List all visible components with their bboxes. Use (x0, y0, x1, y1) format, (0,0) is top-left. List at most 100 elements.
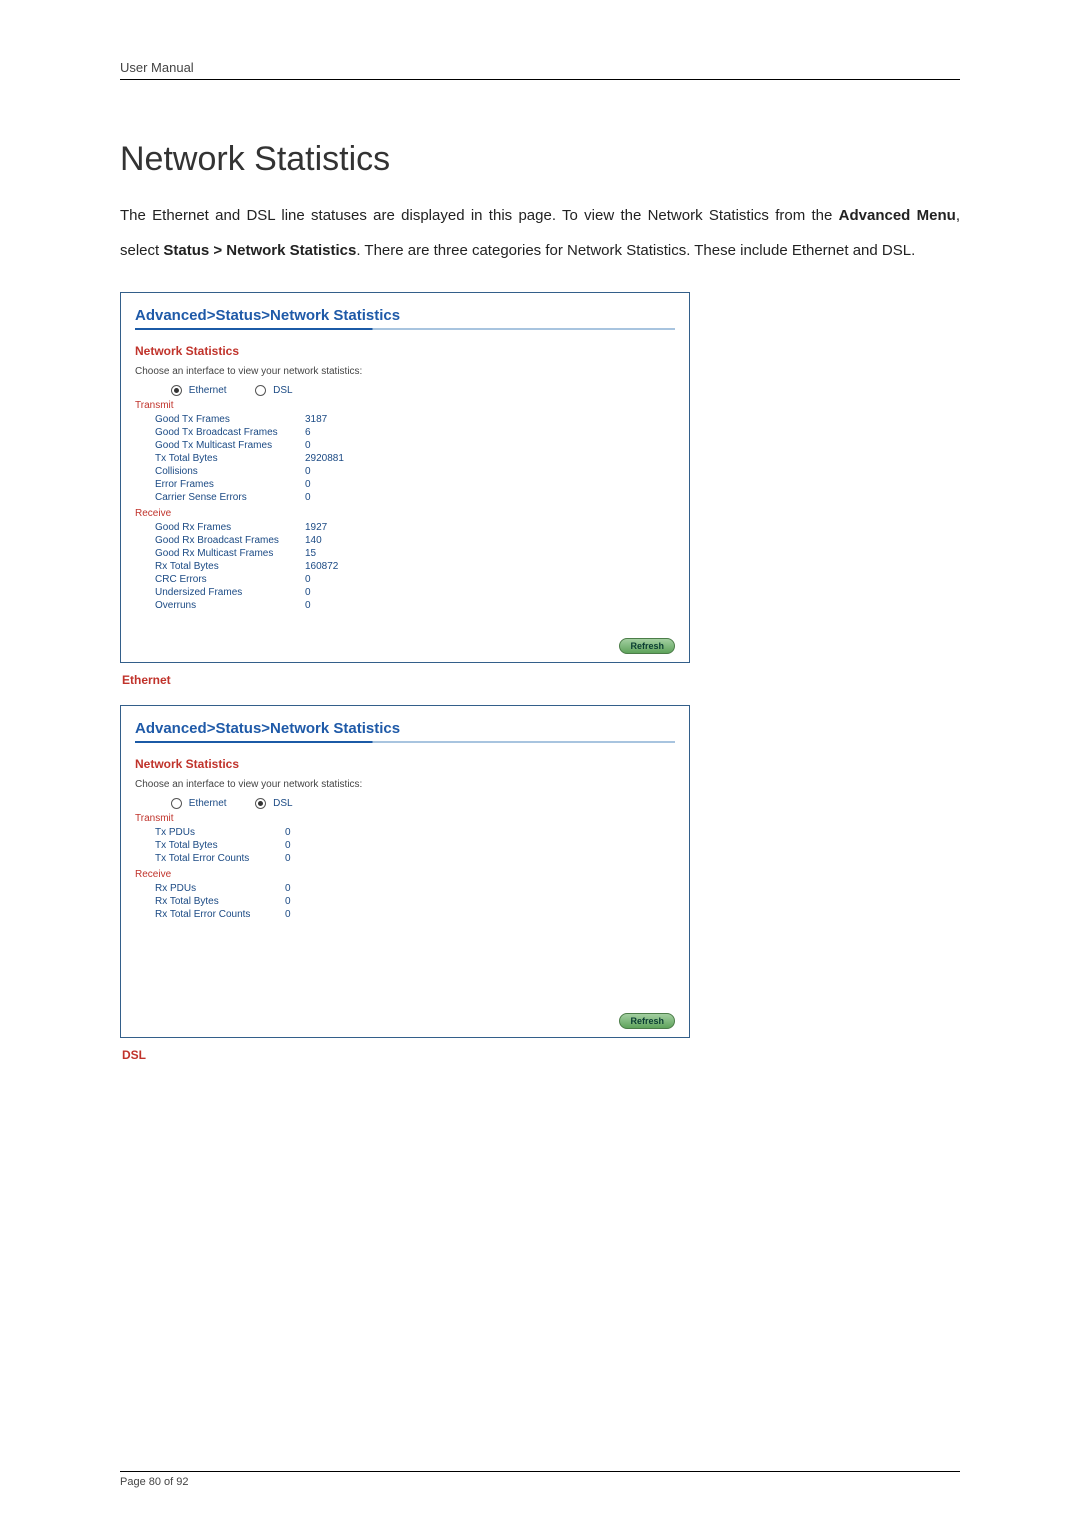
stat-value: 6 (305, 426, 311, 439)
stat-label: Good Tx Broadcast Frames (135, 426, 305, 439)
stat-label: Good Tx Frames (135, 413, 305, 426)
panel-breadcrumb: Advanced>Status>Network Statistics (135, 307, 675, 324)
stat-label: Tx Total Bytes (135, 839, 285, 852)
stat-row: Rx PDUs0 (135, 882, 675, 895)
stat-row: Collisions0 (135, 465, 675, 478)
receive-rows: Good Rx Frames1927Good Rx Broadcast Fram… (135, 521, 675, 612)
stat-value: 0 (305, 465, 311, 478)
stat-row: Error Frames0 (135, 478, 675, 491)
stat-label: Rx Total Bytes (135, 560, 305, 573)
stat-label: Good Tx Multicast Frames (135, 439, 305, 452)
radio-dsl[interactable]: DSL (255, 385, 292, 396)
radio-icon (255, 385, 266, 396)
stat-value: 15 (305, 547, 316, 560)
stat-row: Tx Total Bytes0 (135, 839, 675, 852)
stat-value: 0 (285, 826, 291, 839)
radio-label: Ethernet (189, 385, 227, 396)
panel-hint: Choose an interface to view your network… (135, 779, 675, 790)
transmit-rows: Good Tx Frames3187Good Tx Broadcast Fram… (135, 413, 675, 504)
stat-label: Tx PDUs (135, 826, 285, 839)
stat-row: Good Rx Broadcast Frames140 (135, 534, 675, 547)
page-title: Network Statistics (120, 140, 960, 179)
page-footer: Page 80 of 92 (120, 1471, 960, 1488)
stat-row: Undersized Frames0 (135, 586, 675, 599)
stats-panel-dsl: Advanced>Status>Network Statistics Netwo… (120, 705, 690, 1038)
radio-ethernet[interactable]: Ethernet (171, 385, 227, 396)
stats-panel-ethernet: Advanced>Status>Network Statistics Netwo… (120, 292, 690, 663)
stat-row: CRC Errors0 (135, 573, 675, 586)
radio-label: DSL (273, 385, 292, 396)
stat-row: Good Tx Frames3187 (135, 413, 675, 426)
stat-row: Good Rx Frames1927 (135, 521, 675, 534)
divider (135, 741, 675, 743)
stat-value: 0 (285, 908, 291, 921)
refresh-button[interactable]: Refresh (619, 1013, 675, 1029)
stat-value: 0 (285, 882, 291, 895)
stat-label: Good Rx Frames (135, 521, 305, 534)
stat-value: 0 (305, 599, 311, 612)
radio-ethernet[interactable]: Ethernet (171, 798, 227, 809)
stat-label: Rx Total Error Counts (135, 908, 285, 921)
stat-label: Carrier Sense Errors (135, 491, 305, 504)
stat-row: Tx Total Bytes2920881 (135, 452, 675, 465)
stat-row: Good Rx Multicast Frames15 (135, 547, 675, 560)
stat-row: Carrier Sense Errors0 (135, 491, 675, 504)
stat-row: Rx Total Bytes0 (135, 895, 675, 908)
stat-label: Rx PDUs (135, 882, 285, 895)
radio-dsl[interactable]: DSL (255, 798, 292, 809)
stat-value: 160872 (305, 560, 338, 573)
caption-ethernet: Ethernet (122, 673, 960, 687)
stat-label: Collisions (135, 465, 305, 478)
section-receive: Receive (135, 869, 675, 880)
panel-breadcrumb: Advanced>Status>Network Statistics (135, 720, 675, 737)
stat-value: 1927 (305, 521, 327, 534)
stat-label: Rx Total Bytes (135, 895, 285, 908)
stat-value: 0 (305, 478, 311, 491)
intro-bold-menu: Advanced Menu (839, 207, 956, 224)
stat-value: 0 (305, 586, 311, 599)
intro-text: . There are three categories for Network… (356, 242, 915, 259)
interface-radio-group: Ethernet DSL (135, 385, 675, 396)
stat-row: Good Tx Multicast Frames0 (135, 439, 675, 452)
intro-bold-path: Status > Network Statistics (163, 242, 356, 259)
divider (135, 328, 675, 330)
intro-text: The Ethernet and DSL line statuses are d… (120, 207, 839, 224)
page-header: User Manual (120, 60, 960, 80)
transmit-rows: Tx PDUs0Tx Total Bytes0Tx Total Error Co… (135, 826, 675, 865)
stat-row: Good Tx Broadcast Frames6 (135, 426, 675, 439)
stat-label: Good Rx Broadcast Frames (135, 534, 305, 547)
radio-icon (171, 798, 182, 809)
stat-label: Undersized Frames (135, 586, 305, 599)
radio-label: DSL (273, 798, 292, 809)
stat-row: Overruns0 (135, 599, 675, 612)
intro-paragraph: The Ethernet and DSL line statuses are d… (120, 199, 960, 268)
caption-dsl: DSL (122, 1048, 960, 1062)
stat-label: Tx Total Bytes (135, 452, 305, 465)
stat-value: 0 (285, 895, 291, 908)
interface-radio-group: Ethernet DSL (135, 798, 675, 809)
radio-icon (255, 798, 266, 809)
stat-label: Tx Total Error Counts (135, 852, 285, 865)
stat-value: 2920881 (305, 452, 344, 465)
stat-label: Good Rx Multicast Frames (135, 547, 305, 560)
stat-label: Error Frames (135, 478, 305, 491)
refresh-button[interactable]: Refresh (619, 638, 675, 654)
panel-hint: Choose an interface to view your network… (135, 366, 675, 377)
stat-value: 0 (285, 839, 291, 852)
stat-row: Rx Total Error Counts0 (135, 908, 675, 921)
radio-icon (171, 385, 182, 396)
stat-row: Tx Total Error Counts0 (135, 852, 675, 865)
section-transmit: Transmit (135, 813, 675, 824)
stat-row: Rx Total Bytes160872 (135, 560, 675, 573)
section-transmit: Transmit (135, 400, 675, 411)
section-receive: Receive (135, 508, 675, 519)
panel-subtitle: Network Statistics (135, 344, 675, 358)
receive-rows: Rx PDUs0Rx Total Bytes0Rx Total Error Co… (135, 882, 675, 921)
stat-label: Overruns (135, 599, 305, 612)
stat-value: 0 (285, 852, 291, 865)
stat-value: 0 (305, 573, 311, 586)
stat-label: CRC Errors (135, 573, 305, 586)
stat-value: 140 (305, 534, 322, 547)
stat-value: 0 (305, 491, 311, 504)
panel-subtitle: Network Statistics (135, 757, 675, 771)
